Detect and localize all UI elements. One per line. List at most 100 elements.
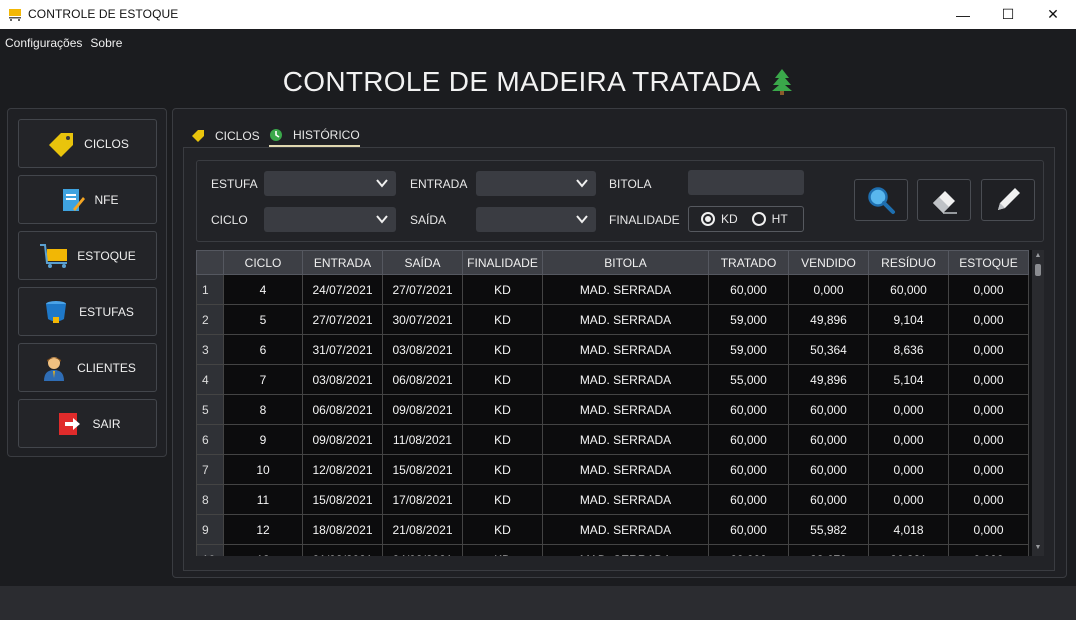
table-cell[interactable]: MAD. SERRADA — [542, 394, 709, 425]
table-row[interactable]: 1 4 24/07/2021 27/07/2021 KD MAD. SERRADA 60,0… — [196, 274, 1029, 305]
search-button[interactable] — [854, 179, 908, 221]
table-cell[interactable]: MAD. SERRADA — [542, 334, 709, 365]
table-cell[interactable]: 33,679 — [788, 544, 869, 556]
table-cell[interactable]: 0,000 — [948, 334, 1029, 365]
estufa-select[interactable] — [264, 171, 396, 196]
radio-ht[interactable]: HT — [751, 212, 788, 226]
table-cell[interactable]: 13 — [223, 544, 303, 556]
table-cell[interactable]: 0,000 — [948, 544, 1029, 556]
table-cell[interactable]: KD — [462, 454, 543, 485]
table-cell[interactable]: 21/08/2021 — [302, 544, 383, 556]
table-cell[interactable]: KD — [462, 274, 543, 305]
row-header[interactable]: 5 — [196, 394, 224, 425]
table-cell[interactable]: MAD. SERRADA — [542, 424, 709, 455]
table-cell[interactable]: 4 — [223, 274, 303, 305]
table-cell[interactable]: 5 — [223, 304, 303, 335]
table-row[interactable]: 5 8 06/08/2021 09/08/2021 KD MAD. SERRADA 60,0… — [196, 394, 1029, 425]
table-cell[interactable]: 15/08/2021 — [302, 484, 383, 515]
table-cell[interactable]: 60,000 — [708, 514, 789, 545]
table-cell[interactable]: 60,000 — [708, 424, 789, 455]
column-header-residuo[interactable]: RESÍDUO — [868, 250, 949, 275]
table-cell[interactable]: 18/08/2021 — [302, 514, 383, 545]
table-cell[interactable]: 60,000 — [708, 484, 789, 515]
column-header-estoque[interactable]: ESTOQUE — [948, 250, 1029, 275]
row-header[interactable]: 2 — [196, 304, 224, 335]
table-cell[interactable]: 55,982 — [788, 514, 869, 545]
table-cell[interactable]: 10 — [223, 454, 303, 485]
table-cell[interactable]: 03/08/2021 — [382, 334, 463, 365]
table-cell[interactable]: 30/07/2021 — [382, 304, 463, 335]
scroll-up-arrow-icon[interactable]: ▲ — [1034, 252, 1042, 260]
row-header[interactable]: 10 — [196, 544, 224, 556]
column-header-bitola[interactable]: BITOLA — [542, 250, 709, 275]
table-cell[interactable]: 0,000 — [948, 364, 1029, 395]
sidebar-item-clientes[interactable]: CLIENTES — [18, 343, 157, 392]
table-cell[interactable]: 5,104 — [868, 364, 949, 395]
sidebar-item-ciclos[interactable]: CICLOS — [18, 119, 157, 168]
table-cell[interactable]: 9 — [223, 424, 303, 455]
table-cell[interactable]: 60,000 — [788, 454, 869, 485]
scroll-down-arrow-icon[interactable]: ▼ — [1034, 544, 1042, 552]
table-cell[interactable]: 0,000 — [948, 484, 1029, 515]
table-cell[interactable]: KD — [462, 424, 543, 455]
minimize-button[interactable]: — — [940, 0, 986, 29]
table-cell[interactable]: 09/08/2021 — [382, 394, 463, 425]
table-cell[interactable]: KD — [462, 484, 543, 515]
table-row[interactable]: 8 11 15/08/2021 17/08/2021 KD MAD. SERRADA 60,… — [196, 484, 1029, 515]
table-cell[interactable]: MAD. SERRADA — [542, 514, 709, 545]
row-header[interactable]: 4 — [196, 364, 224, 395]
table-cell[interactable]: 0,000 — [868, 424, 949, 455]
table-cell[interactable]: MAD. SERRADA — [542, 484, 709, 515]
table-cell[interactable]: 27/07/2021 — [302, 304, 383, 335]
row-header[interactable]: 8 — [196, 484, 224, 515]
row-header[interactable]: 7 — [196, 454, 224, 485]
table-cell[interactable]: 49,896 — [788, 364, 869, 395]
table-row[interactable]: 4 7 03/08/2021 06/08/2021 KD MAD. SERRADA 55,0… — [196, 364, 1029, 395]
row-header[interactable]: 9 — [196, 514, 224, 545]
close-button[interactable]: ✕ — [1030, 0, 1076, 29]
column-header-saida[interactable]: SAÍDA — [382, 250, 463, 275]
table-cell[interactable]: 49,896 — [788, 304, 869, 335]
table-cell[interactable]: 15/08/2021 — [382, 454, 463, 485]
table-cell[interactable]: 31/07/2021 — [302, 334, 383, 365]
maximize-button[interactable]: ☐ — [985, 0, 1031, 29]
table-cell[interactable]: 6 — [223, 334, 303, 365]
table-cell[interactable]: 59,000 — [708, 304, 789, 335]
tab-ciclos[interactable]: CICLOS — [191, 125, 260, 147]
table-cell[interactable]: 0,000 — [948, 454, 1029, 485]
table-cell[interactable]: 0,000 — [948, 304, 1029, 335]
table-cell[interactable]: 09/08/2021 — [302, 424, 383, 455]
table-cell[interactable]: 4,018 — [868, 514, 949, 545]
sidebar-item-estoque[interactable]: ESTOQUE — [18, 231, 157, 280]
edit-button[interactable] — [981, 179, 1035, 221]
table-row[interactable]: 7 10 12/08/2021 15/08/2021 KD MAD. SERRADA 60,… — [196, 454, 1029, 485]
table-cell[interactable]: 0,000 — [868, 484, 949, 515]
table-row[interactable]: 3 6 31/07/2021 03/08/2021 KD MAD. SERRADA 59,0… — [196, 334, 1029, 365]
table-cell[interactable]: 60,000 — [868, 274, 949, 305]
table-cell[interactable]: 60,000 — [708, 394, 789, 425]
table-cell[interactable]: 60,000 — [788, 484, 869, 515]
row-header[interactable]: 3 — [196, 334, 224, 365]
table-row[interactable]: 9 12 18/08/2021 21/08/2021 KD MAD. SERRADA 60,… — [196, 514, 1029, 545]
tab-historico[interactable]: HISTÓRICO — [269, 125, 360, 147]
column-header-ciclo[interactable]: CICLO — [223, 250, 303, 275]
table-row[interactable]: 6 9 09/08/2021 11/08/2021 KD MAD. SERRADA 60,0… — [196, 424, 1029, 455]
column-header-vendido[interactable]: VENDIDO — [788, 250, 869, 275]
table-cell[interactable]: 0,000 — [948, 274, 1029, 305]
vertical-scrollbar[interactable]: ▲ ▼ — [1032, 250, 1044, 556]
table-cell[interactable]: 17/08/2021 — [382, 484, 463, 515]
radio-kd[interactable]: KD — [701, 212, 738, 226]
table-cell[interactable]: 06/08/2021 — [382, 364, 463, 395]
table-cell[interactable]: 60,000 — [708, 544, 789, 556]
table-cell[interactable]: MAD. SERRADA — [542, 274, 709, 305]
table-cell[interactable]: 0,000 — [868, 394, 949, 425]
table-cell[interactable]: 60,000 — [788, 394, 869, 425]
table-cell[interactable]: 06/08/2021 — [302, 394, 383, 425]
table-cell[interactable]: 11 — [223, 484, 303, 515]
table-cell[interactable]: 60,000 — [708, 454, 789, 485]
table-cell[interactable]: MAD. SERRADA — [542, 364, 709, 395]
entrada-select[interactable] — [476, 171, 596, 196]
clear-button[interactable] — [917, 179, 971, 221]
table-row[interactable]: 101321/08/202124/08/2021KDMAD. SERRADA60… — [196, 544, 1029, 556]
table-cell[interactable]: KD — [462, 334, 543, 365]
